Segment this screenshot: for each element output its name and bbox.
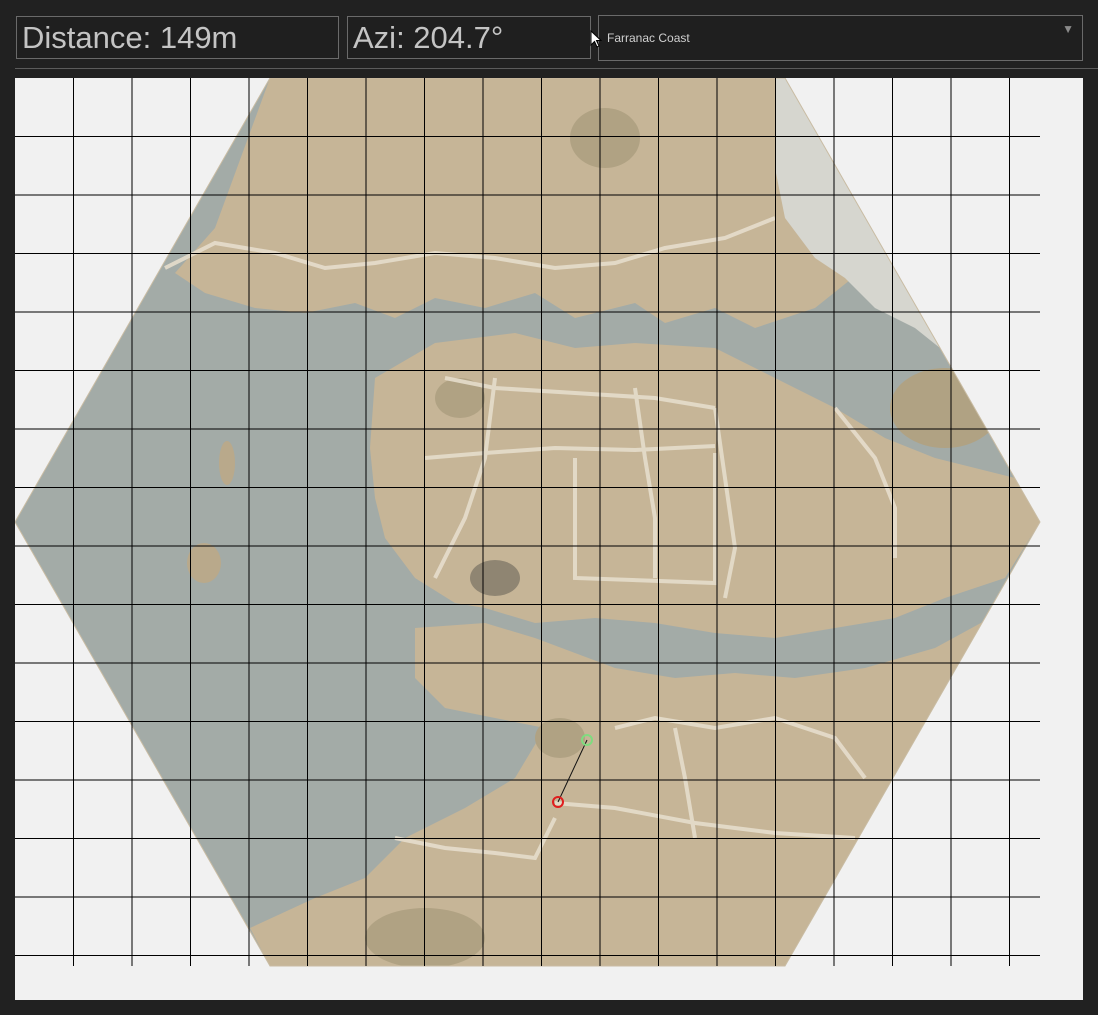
map-select-value: Farranac Coast [607,31,690,45]
south-patch [535,718,585,758]
east-patch [890,368,1000,448]
map-svg[interactable] [15,78,1083,1000]
header-divider [15,68,1098,69]
distance-text: Distance: 149m [22,20,238,55]
north-patch [570,108,640,168]
northwest-islet [219,441,235,485]
azimuth-text: Azi: 204.7° [353,20,504,55]
map-select-dropdown[interactable]: Farranac Coast ▼ [598,15,1083,61]
distance-readout: Distance: 149m [16,16,339,59]
map-image [15,78,1040,966]
map-canvas[interactable] [15,78,1083,1000]
caret-down-icon: ▼ [1062,22,1074,36]
mouse-pointer-icon [590,30,602,48]
west-islet [187,543,221,583]
azimuth-readout: Azi: 204.7° [347,16,591,59]
town-block [470,560,520,596]
north-land [175,78,875,328]
